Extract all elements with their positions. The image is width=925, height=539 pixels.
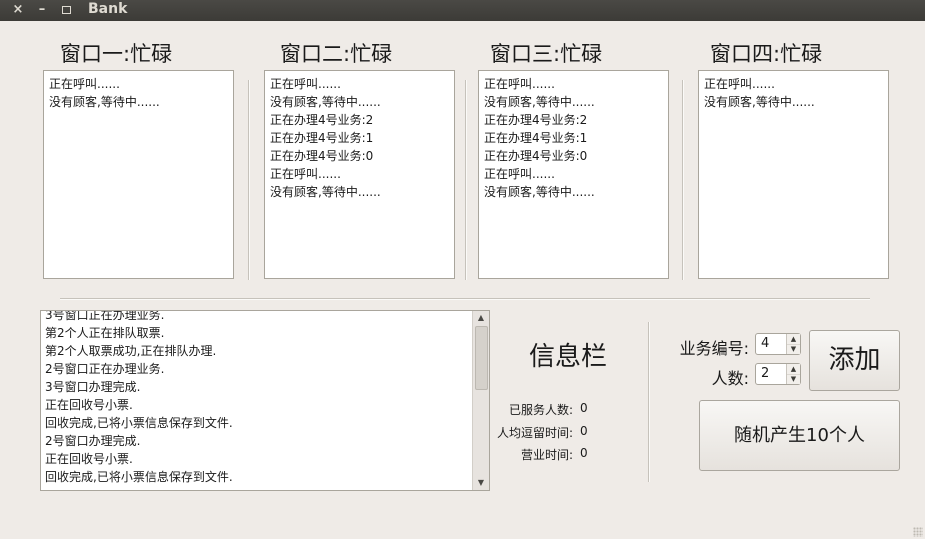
window-4-log[interactable]: 正在呼叫...... 没有顾客,等待中...... bbox=[698, 70, 889, 279]
scroll-down-icon[interactable]: ▼ bbox=[473, 476, 489, 490]
window-2-title: 窗口二:忙碌 bbox=[280, 42, 393, 66]
log-line: 正在办理4号业务:0 bbox=[484, 149, 588, 163]
spin-buttons: ▲ ▼ bbox=[786, 334, 800, 354]
served-label: 已服务人数: bbox=[508, 403, 573, 417]
main-log-scrollbar[interactable]: ▲ ▼ bbox=[472, 311, 489, 490]
log-line: 没有顾客,等待中...... bbox=[704, 95, 815, 109]
log-line: 正在办理4号业务:2 bbox=[270, 113, 374, 127]
log-line: 正在呼叫...... bbox=[484, 167, 555, 181]
scroll-up-icon[interactable]: ▲ bbox=[473, 311, 489, 325]
log-line: 正在呼叫...... bbox=[484, 77, 555, 91]
window-2-log[interactable]: 正在呼叫...... 没有顾客,等待中...... 正在办理4号业务:2 正在办… bbox=[264, 70, 455, 279]
log-line: 正在办理4号业务:1 bbox=[270, 131, 374, 145]
spin-down-icon[interactable]: ▼ bbox=[787, 344, 800, 354]
log-line: 正在呼叫...... bbox=[270, 77, 341, 91]
log-line: 正在办理4号业务:1 bbox=[484, 131, 588, 145]
minimize-icon[interactable]: – bbox=[35, 3, 49, 17]
close-icon[interactable]: × bbox=[11, 3, 25, 17]
log-line: 没有顾客,等待中...... bbox=[49, 95, 160, 109]
log-line: 正在办理4号业务:2 bbox=[484, 113, 588, 127]
log-line: 正在呼叫...... bbox=[704, 77, 775, 91]
log-line: 没有顾客,等待中...... bbox=[270, 185, 381, 199]
spin-buttons: ▲ ▼ bbox=[786, 364, 800, 384]
info-title: 信息栏 bbox=[529, 342, 608, 372]
divider bbox=[465, 80, 467, 280]
window-1-log[interactable]: 正在呼叫...... 没有顾客,等待中...... bbox=[43, 70, 234, 279]
people-label: 人数: bbox=[711, 369, 749, 388]
log-line: 回收完成,已将小票信息保存到文件. bbox=[45, 416, 233, 430]
served-value: 0 bbox=[580, 401, 588, 415]
log-line: 没有顾客,等待中...... bbox=[484, 95, 595, 109]
avg-stay-value: 0 bbox=[580, 424, 588, 438]
window-4-title: 窗口四:忙碌 bbox=[710, 42, 823, 66]
divider bbox=[682, 80, 684, 280]
business-time-value: 0 bbox=[580, 446, 588, 460]
maximize-icon[interactable] bbox=[59, 3, 73, 17]
window-title: Bank bbox=[88, 1, 128, 17]
log-line: 回收完成,已将小票信息保存到文件. bbox=[45, 470, 233, 484]
log-line: 3号窗口办理完成. bbox=[45, 380, 141, 394]
log-line: 正在办理4号业务:0 bbox=[270, 149, 374, 163]
people-spinbox[interactable]: 2 ▲ ▼ bbox=[755, 363, 801, 385]
business-no-spinbox[interactable]: 4 ▲ ▼ bbox=[755, 333, 801, 355]
people-value[interactable]: 2 bbox=[761, 366, 769, 381]
resize-grip[interactable] bbox=[913, 527, 923, 537]
log-line: 2号窗口办理完成. bbox=[45, 434, 141, 448]
business-no-label: 业务编号: bbox=[679, 339, 749, 358]
window-1-title: 窗口一:忙碌 bbox=[60, 42, 173, 66]
log-line: 正在回收号小票. bbox=[45, 398, 133, 412]
log-line: 正在呼叫...... bbox=[49, 77, 120, 91]
scrollbar-thumb[interactable] bbox=[475, 326, 488, 390]
window-3-title: 窗口三:忙碌 bbox=[490, 42, 603, 66]
title-bar: × – Bank bbox=[0, 0, 925, 21]
business-time-label: 营业时间: bbox=[520, 448, 573, 462]
horizontal-divider bbox=[60, 298, 870, 300]
log-line: 2号窗口正在办理业务. bbox=[45, 362, 165, 376]
main-log[interactable]: 3号窗口正在办理业务. 第2个人正在排队取票. 第2个人取票成功,正在排队办理.… bbox=[40, 310, 490, 491]
avg-stay-label: 人均逗留时间: bbox=[496, 426, 573, 440]
add-button[interactable]: 添加 bbox=[809, 330, 900, 391]
divider bbox=[648, 322, 650, 482]
log-line: 第2个人正在排队取票. bbox=[45, 326, 165, 340]
log-line: 正在呼叫...... bbox=[270, 167, 341, 181]
business-no-value[interactable]: 4 bbox=[761, 336, 769, 351]
log-line: 没有顾客,等待中...... bbox=[484, 185, 595, 199]
log-line: 正在回收号小票. bbox=[45, 452, 133, 466]
spin-down-icon[interactable]: ▼ bbox=[787, 374, 800, 384]
log-line: 没有顾客,等待中...... bbox=[270, 95, 381, 109]
log-line: 3号窗口正在办理业务. bbox=[45, 310, 165, 322]
random-people-button[interactable]: 随机产生10个人 bbox=[699, 400, 900, 471]
log-line: 第2个人取票成功,正在排队办理. bbox=[45, 344, 217, 358]
window-3-log[interactable]: 正在呼叫...... 没有顾客,等待中...... 正在办理4号业务:2 正在办… bbox=[478, 70, 669, 279]
divider bbox=[248, 80, 250, 280]
